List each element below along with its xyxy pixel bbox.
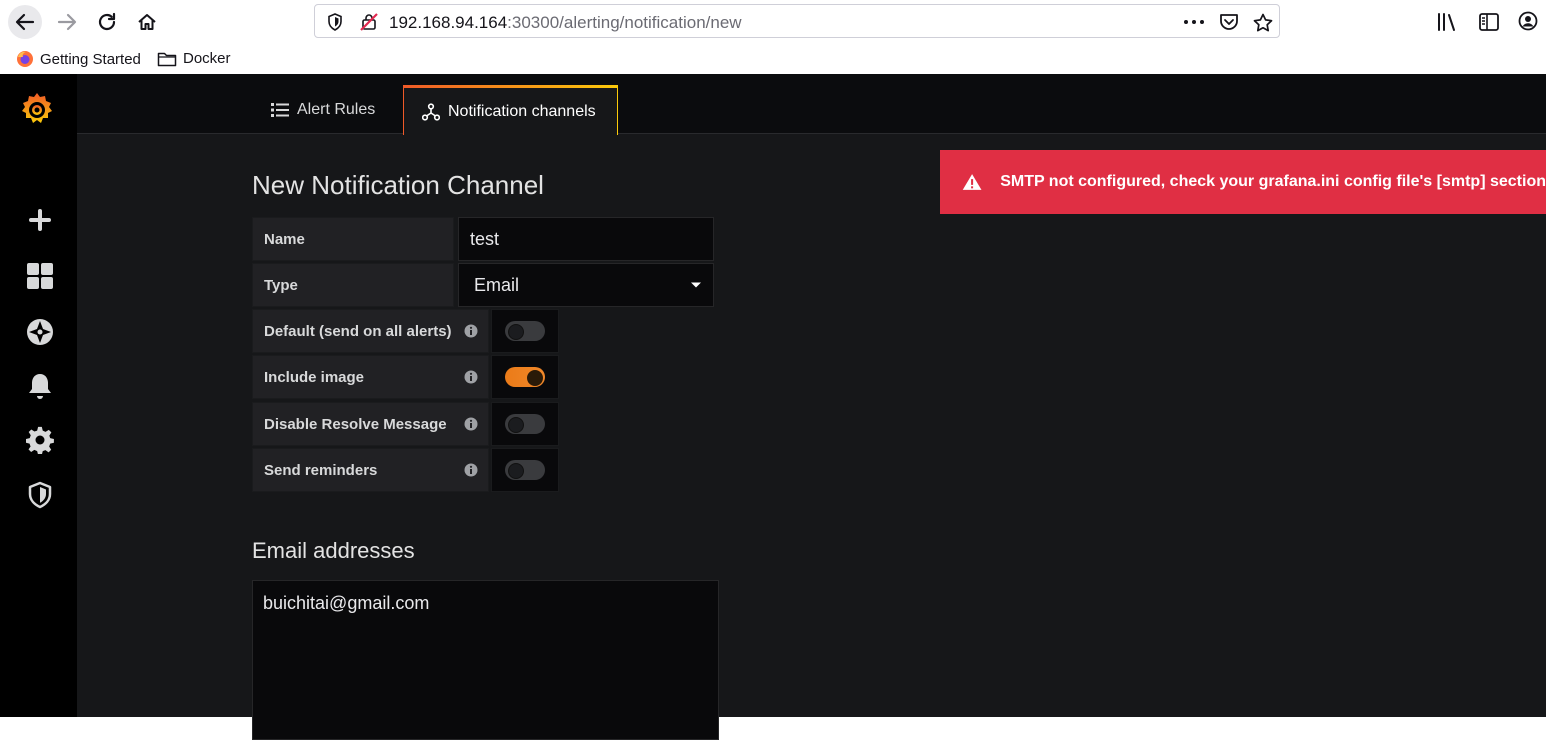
- type-label: Type: [252, 263, 454, 307]
- toggle-row-send-reminders: Send reminders: [252, 448, 559, 492]
- arrow-left-icon: [15, 13, 35, 31]
- configuration-button[interactable]: [24, 424, 56, 456]
- toggle-row-include-image: Include image: [252, 355, 559, 399]
- grafana-logo[interactable]: [18, 90, 56, 128]
- grafana-logo-icon: [22, 93, 52, 123]
- arrow-right-icon: [57, 13, 77, 31]
- side-menu: [0, 74, 77, 717]
- url-host: 192.168.94.164: [389, 13, 508, 32]
- bell-icon: [29, 374, 51, 399]
- dashboard-grid-icon: [27, 263, 53, 289]
- page-title: New Notification Channel: [252, 170, 544, 200]
- type-select-value: Email: [474, 274, 520, 295]
- bookmarks-toolbar: Getting Started Docker: [0, 44, 1546, 74]
- tab-label: Notification channels: [448, 102, 596, 120]
- compass-icon: [27, 319, 53, 345]
- account-icon[interactable]: [1518, 11, 1538, 31]
- create-button[interactable]: [24, 204, 56, 236]
- alerting-button[interactable]: [24, 370, 56, 402]
- tab-label: Alert Rules: [297, 101, 376, 118]
- name-label: Name: [252, 217, 454, 261]
- toggle-label: Send reminders: [252, 448, 489, 492]
- url-bar[interactable]: 192.168.94.164:30300/alerting/notificati…: [314, 4, 1280, 38]
- shield-icon[interactable]: [327, 13, 343, 31]
- toggle-label: Disable Resolve Message: [252, 402, 489, 446]
- toggle-row-disable-resolve: Disable Resolve Message: [252, 402, 559, 446]
- toggle-row-default: Default (send on all alerts): [252, 309, 559, 353]
- switch-track: [505, 414, 545, 434]
- firefox-icon: [17, 51, 33, 67]
- star-icon[interactable]: [1253, 13, 1273, 32]
- explore-button[interactable]: [24, 316, 56, 348]
- gear-icon: [26, 426, 54, 454]
- bookmark-label: Getting Started: [40, 50, 141, 68]
- bookmark-label: Docker: [183, 50, 231, 67]
- info-icon[interactable]: [464, 463, 478, 477]
- more-actions-icon[interactable]: [1183, 19, 1205, 25]
- email-addresses-textarea[interactable]: buichitai@gmail.com: [252, 580, 719, 740]
- switch-knob: [508, 324, 524, 340]
- bookmark-docker[interactable]: Docker: [157, 50, 231, 67]
- insecure-lock-icon[interactable]: [359, 13, 379, 31]
- forward-button[interactable]: [50, 5, 84, 39]
- sidebar-icon[interactable]: [1478, 12, 1500, 32]
- info-icon[interactable]: [464, 417, 478, 431]
- error-alert-message: SMTP not configured, check your grafana.…: [1000, 173, 1546, 190]
- error-alert[interactable]: SMTP not configured, check your grafana.…: [940, 150, 1546, 214]
- switch-track: [505, 460, 545, 480]
- url-text[interactable]: 192.168.94.164:30300/alerting/notificati…: [389, 13, 742, 33]
- folder-icon: [157, 52, 177, 66]
- library-icon[interactable]: [1436, 12, 1458, 32]
- dashboards-button[interactable]: [24, 260, 56, 292]
- type-row: Type Email: [252, 263, 714, 307]
- shield-admin-icon: [28, 481, 52, 509]
- home-button[interactable]: [130, 5, 164, 39]
- disable-resolve-switch[interactable]: [491, 402, 559, 446]
- browser-toolbar: 192.168.94.164:30300/alerting/notificati…: [0, 0, 1546, 44]
- name-row: Name test: [252, 217, 714, 261]
- info-icon[interactable]: [464, 370, 478, 384]
- toggle-label: Include image: [252, 355, 489, 399]
- switch-track: [505, 321, 545, 341]
- share-nodes-icon: [422, 102, 440, 121]
- pocket-icon[interactable]: [1219, 13, 1239, 31]
- plus-icon: [29, 209, 51, 231]
- toggle-label-text: Include image: [264, 368, 365, 386]
- server-admin-button[interactable]: [24, 479, 56, 511]
- toggle-label-text: Disable Resolve Message: [264, 415, 447, 433]
- toggle-label: Default (send on all alerts): [252, 309, 489, 353]
- switch-knob: [508, 463, 524, 479]
- reload-button[interactable]: [90, 5, 124, 39]
- name-input[interactable]: test: [458, 217, 714, 261]
- default-switch[interactable]: [491, 309, 559, 353]
- tab-alert-rules[interactable]: Alert Rules: [253, 86, 393, 134]
- type-select[interactable]: Email: [458, 263, 714, 307]
- warning-icon: [962, 174, 982, 190]
- bookmark-getting-started[interactable]: Getting Started: [16, 50, 141, 68]
- reload-icon: [98, 12, 116, 31]
- list-icon: [271, 103, 289, 117]
- switch-track: [505, 367, 545, 387]
- toggle-label-text: Send reminders: [264, 461, 378, 479]
- toggle-label-text: Default (send on all alerts): [264, 322, 452, 340]
- switch-knob: [508, 417, 524, 433]
- url-path: :30300/alerting/notification/new: [507, 13, 742, 32]
- send-reminders-switch[interactable]: [491, 448, 559, 492]
- info-icon[interactable]: [464, 324, 478, 338]
- page-tabs: Alert Rules Notification channels: [77, 74, 1546, 135]
- caret-down-icon: [691, 282, 701, 288]
- switch-knob: [527, 370, 543, 386]
- email-section-title: Email addresses: [252, 538, 415, 563]
- home-icon: [138, 14, 156, 30]
- include-image-switch[interactable]: [491, 355, 559, 399]
- back-button[interactable]: [8, 5, 42, 39]
- tab-notification-channels[interactable]: Notification channels: [403, 85, 618, 135]
